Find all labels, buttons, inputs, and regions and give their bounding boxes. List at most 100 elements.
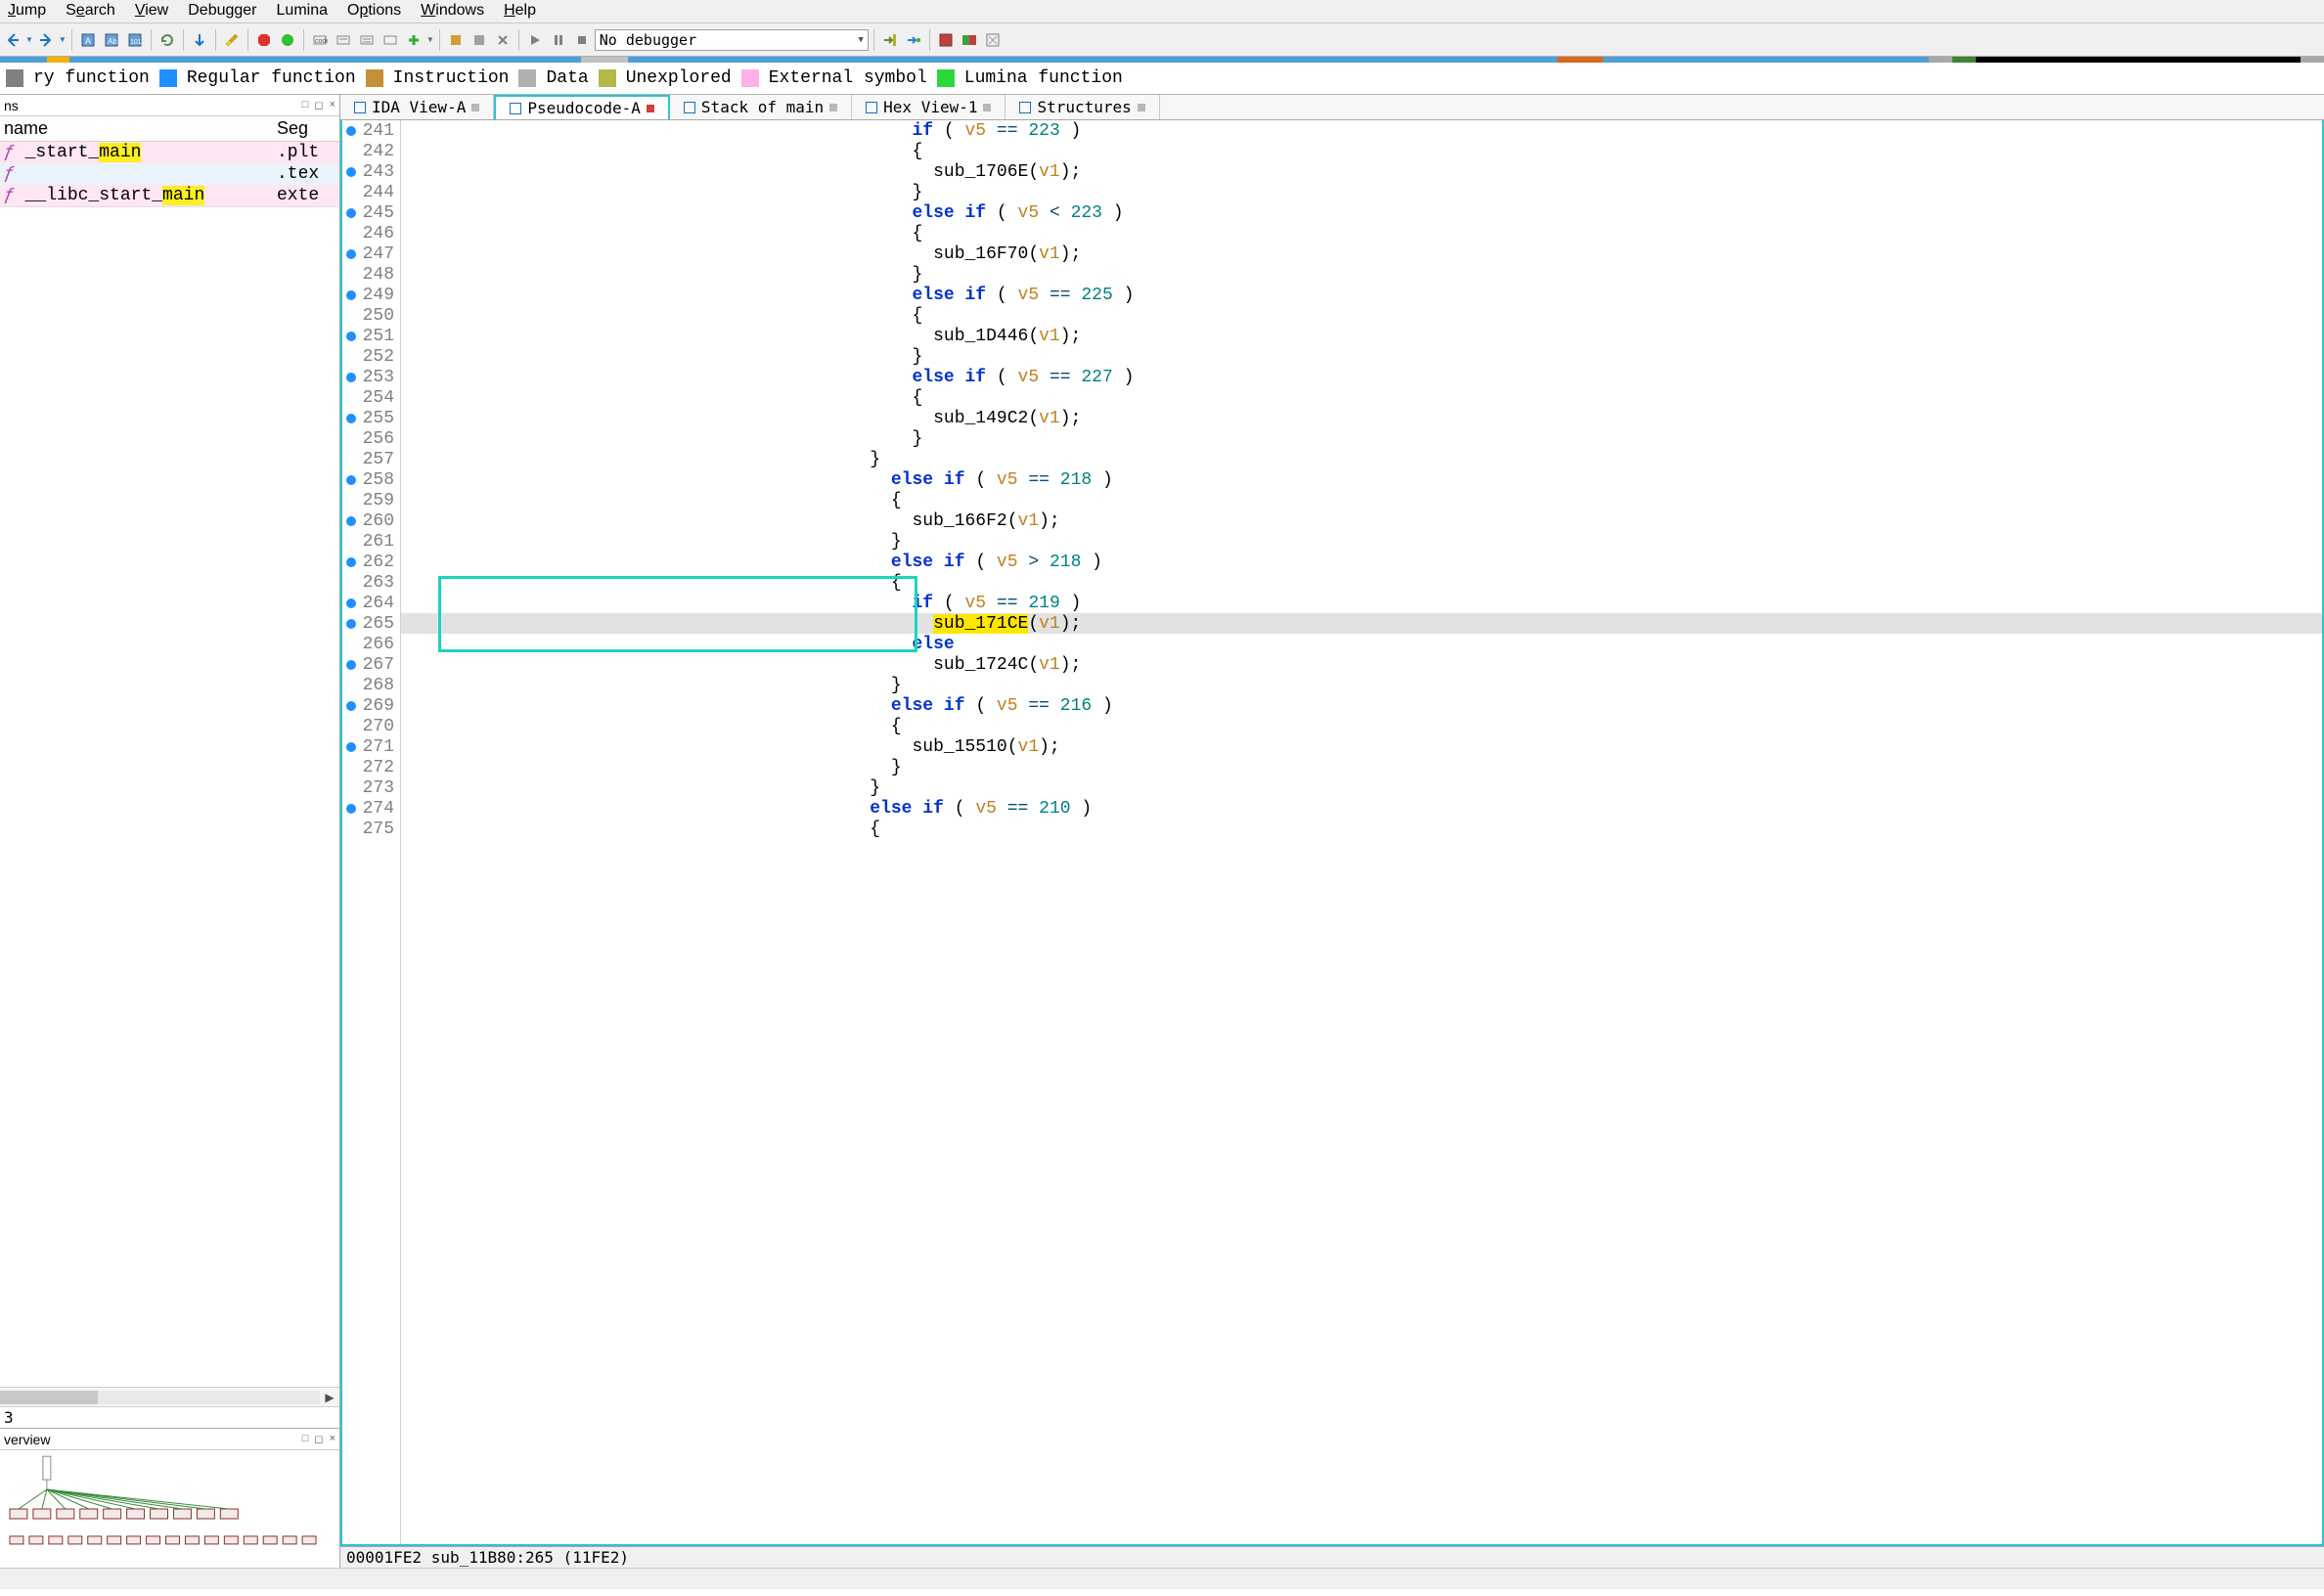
colorbar-seg[interactable]: [1603, 57, 1929, 63]
gutter-line[interactable]: 273: [342, 777, 400, 798]
colorbar-seg[interactable]: [581, 57, 628, 63]
code-line[interactable]: }: [401, 428, 2322, 449]
tb-code4-icon[interactable]: [380, 29, 401, 51]
tab-ida-view-a[interactable]: IDA View-A: [340, 95, 494, 119]
menu-lumina[interactable]: Lumina: [269, 2, 335, 20]
tb-code2-icon[interactable]: [333, 29, 354, 51]
panel-close-icon[interactable]: ×: [330, 99, 335, 111]
overview-graph[interactable]: [0, 1450, 339, 1568]
breakpoint-icon[interactable]: [346, 290, 356, 300]
tab-pseudocode-a[interactable]: Pseudocode-A: [494, 95, 670, 119]
colorbar-seg[interactable]: [1929, 57, 1952, 63]
gutter-line[interactable]: 260: [342, 510, 400, 531]
gutter-line[interactable]: 244: [342, 182, 400, 202]
code-line[interactable]: else: [401, 634, 2322, 654]
code-line[interactable]: sub_1724C(v1);: [401, 654, 2322, 675]
code-line[interactable]: }: [401, 346, 2322, 367]
colorbar-seg[interactable]: [47, 57, 70, 63]
tb-win3-icon[interactable]: [982, 29, 1004, 51]
tab-close-icon[interactable]: [829, 104, 837, 111]
menu-jump[interactable]: Jump: [0, 2, 54, 20]
gutter-line[interactable]: 242: [342, 141, 400, 161]
colorbar-seg[interactable]: [1952, 57, 1976, 63]
function-row[interactable]: ƒ .tex: [0, 163, 339, 185]
breakpoint-icon[interactable]: [346, 660, 356, 670]
panel-pin-icon[interactable]: ◻: [314, 1433, 323, 1445]
scroll-thumb[interactable]: [0, 1391, 98, 1404]
gutter-line[interactable]: 263: [342, 572, 400, 593]
code-line[interactable]: }: [401, 531, 2322, 552]
tb-stop-icon[interactable]: [253, 29, 275, 51]
functions-filter[interactable]: 3: [0, 1406, 339, 1428]
code-area[interactable]: if ( v5 == 223 ) { sub_1706E(v1); }: [401, 120, 2322, 1544]
function-row[interactable]: ƒ __libc_start_mainexte: [0, 185, 339, 206]
tb-highlight-icon[interactable]: [221, 29, 243, 51]
breakpoint-icon[interactable]: [346, 249, 356, 259]
tab-close-icon[interactable]: [983, 104, 991, 111]
tb-code3-icon[interactable]: [356, 29, 378, 51]
colorbar-seg[interactable]: [69, 57, 581, 63]
tab-stack-of-main[interactable]: Stack of main: [670, 95, 852, 119]
code-line[interactable]: {: [401, 223, 2322, 244]
col-seg[interactable]: Seg: [277, 118, 335, 139]
tb-go-icon[interactable]: [277, 29, 298, 51]
tb-btn-1[interactable]: A: [77, 29, 99, 51]
code-line[interactable]: }: [401, 757, 2322, 777]
code-line[interactable]: if ( v5 == 223 ): [401, 120, 2322, 141]
gutter-line[interactable]: 272: [342, 757, 400, 777]
gutter-line[interactable]: 271: [342, 736, 400, 757]
gutter-line[interactable]: 241: [342, 120, 400, 141]
code-line[interactable]: else if ( v5 > 218 ): [401, 552, 2322, 572]
functions-hscroll[interactable]: ▶: [0, 1387, 339, 1406]
breakpoint-icon[interactable]: [346, 167, 356, 177]
tab-structures[interactable]: Structures: [1006, 95, 1159, 119]
tb-step1-icon[interactable]: [879, 29, 901, 51]
gutter-line[interactable]: 265: [342, 613, 400, 634]
code-line[interactable]: sub_1706E(v1);: [401, 161, 2322, 182]
gutter-line[interactable]: 253: [342, 367, 400, 387]
gutter-line[interactable]: 274: [342, 798, 400, 819]
tb-add-green-icon[interactable]: [403, 29, 425, 51]
gutter-line[interactable]: 245: [342, 202, 400, 223]
menu-view[interactable]: View: [127, 2, 176, 20]
gutter-line[interactable]: 255: [342, 408, 400, 428]
breakpoint-icon[interactable]: [346, 598, 356, 608]
gutter-line[interactable]: 264: [342, 593, 400, 613]
menu-options[interactable]: Options: [339, 2, 409, 20]
breakpoint-icon[interactable]: [346, 619, 356, 629]
code-line[interactable]: else if ( v5 == 225 ): [401, 285, 2322, 305]
colorbar-seg[interactable]: [1557, 57, 1604, 63]
code-line[interactable]: {: [401, 490, 2322, 510]
nav-colorbar[interactable]: [0, 57, 2324, 63]
gutter-line[interactable]: 243: [342, 161, 400, 182]
code-line[interactable]: else if ( v5 == 218 ): [401, 469, 2322, 490]
tb-stop2-icon[interactable]: [571, 29, 593, 51]
code-line[interactable]: else if ( v5 == 227 ): [401, 367, 2322, 387]
menu-help[interactable]: Help: [496, 2, 544, 20]
tb-code1-icon[interactable]: code: [309, 29, 331, 51]
tb-tag1-icon[interactable]: [445, 29, 467, 51]
scroll-right-icon[interactable]: ▶: [320, 1391, 339, 1404]
colorbar-seg[interactable]: [0, 57, 47, 63]
code-line[interactable]: {: [401, 305, 2322, 326]
tb-pause-icon[interactable]: [548, 29, 569, 51]
gutter-line[interactable]: 256: [342, 428, 400, 449]
panel-close-icon[interactable]: ×: [330, 1433, 335, 1445]
code-line[interactable]: }: [401, 675, 2322, 695]
code-line[interactable]: }: [401, 264, 2322, 285]
tab-close-icon[interactable]: [647, 105, 654, 112]
tb-btn-2[interactable]: Ab: [101, 29, 122, 51]
panel-min-icon[interactable]: □: [302, 1433, 309, 1445]
breakpoint-icon[interactable]: [346, 373, 356, 382]
menu-windows[interactable]: Windows: [413, 2, 492, 20]
tb-refresh-icon[interactable]: [156, 29, 178, 51]
breakpoint-icon[interactable]: [346, 475, 356, 485]
gutter-line[interactable]: 250: [342, 305, 400, 326]
breakpoint-icon[interactable]: [346, 557, 356, 567]
gutter-line[interactable]: 248: [342, 264, 400, 285]
tb-down-arrow-icon[interactable]: [189, 29, 210, 51]
tb-run-icon[interactable]: [524, 29, 546, 51]
breakpoint-icon[interactable]: [346, 126, 356, 136]
code-line[interactable]: {: [401, 716, 2322, 736]
tb-tag2-icon[interactable]: [469, 29, 490, 51]
